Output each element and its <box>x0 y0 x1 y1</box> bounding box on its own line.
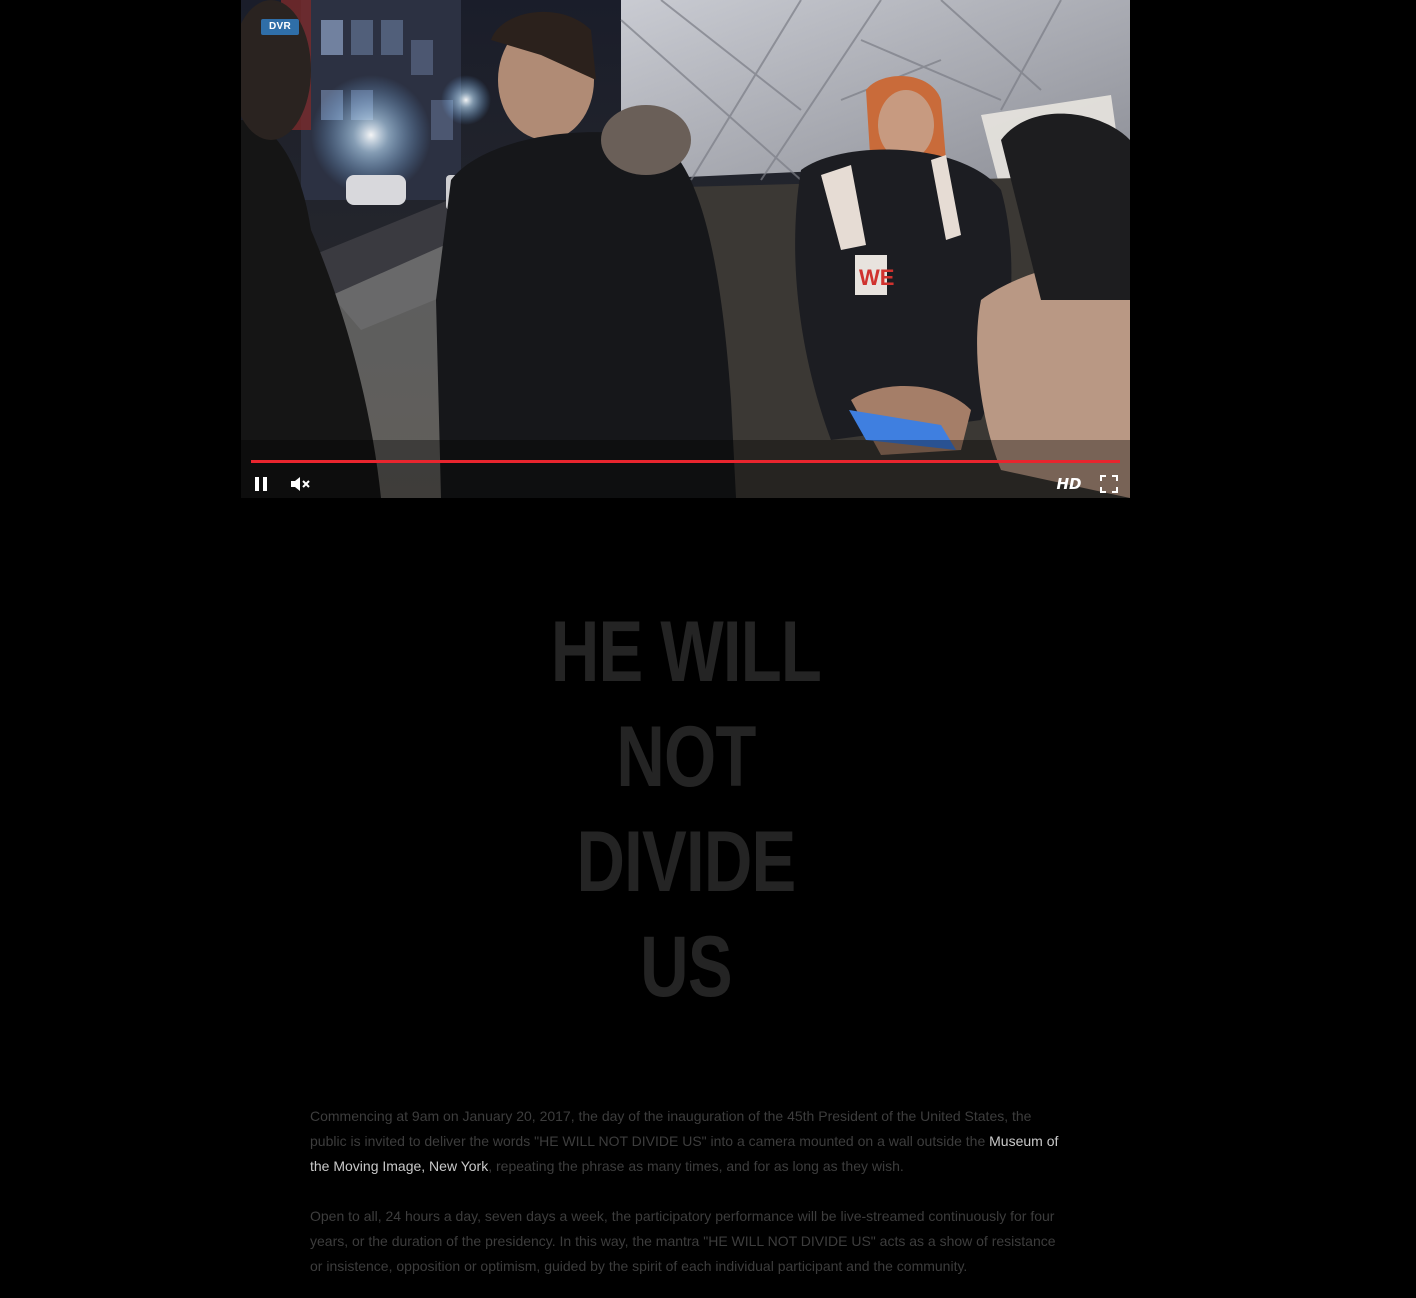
title-line: HE WILL <box>550 604 822 700</box>
dvr-badge[interactable]: DVR <box>261 19 299 35</box>
description-text: Commencing at 9am on January 20, 2017, t… <box>310 1108 1032 1149</box>
title-line: US <box>640 919 732 1015</box>
title-line: DIVIDE <box>576 814 797 910</box>
live-video-frame: WE <box>241 0 1130 498</box>
hd-quality-button[interactable]: HD <box>1054 473 1084 495</box>
title-line: NOT <box>616 709 756 805</box>
description-text: , repeating the phrase as many times, an… <box>488 1158 904 1174</box>
mute-icon <box>290 476 312 492</box>
video-player[interactable]: WE DVR HD <box>241 0 1130 498</box>
svg-text:WE: WE <box>859 265 894 290</box>
mute-button[interactable] <box>290 473 312 495</box>
description-paragraph-1: Commencing at 9am on January 20, 2017, t… <box>310 1104 1070 1179</box>
pause-button[interactable] <box>250 473 272 495</box>
fullscreen-button[interactable] <box>1098 473 1120 495</box>
progress-bar-fill <box>251 460 1120 463</box>
description-paragraph-2: Open to all, 24 hours a day, seven days … <box>310 1208 1056 1274</box>
progress-bar[interactable] <box>251 460 1120 463</box>
pause-icon <box>254 476 268 492</box>
page-title: HE WILL NOT DIVIDE US <box>452 600 920 1020</box>
fullscreen-icon <box>1100 475 1118 493</box>
description: Commencing at 9am on January 20, 2017, t… <box>310 1104 1070 1298</box>
